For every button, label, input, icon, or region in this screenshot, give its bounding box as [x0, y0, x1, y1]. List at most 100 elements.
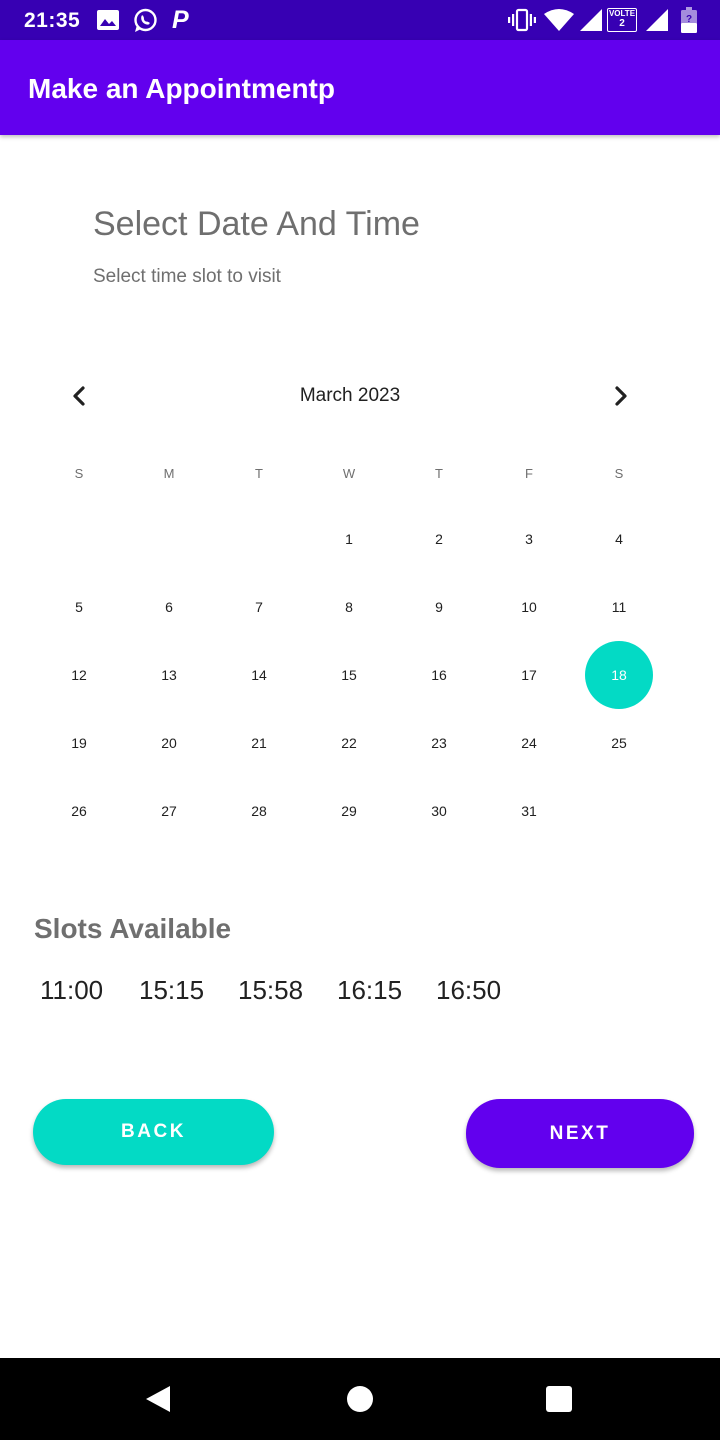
calendar-day-number: 16 — [431, 667, 447, 683]
calendar-day[interactable]: 9 — [394, 573, 484, 641]
calendar-day[interactable]: 13 — [124, 641, 214, 709]
vibrate-icon — [508, 8, 536, 32]
calendar-day-number: 1 — [345, 531, 353, 547]
calendar-day[interactable]: 21 — [214, 709, 304, 777]
calendar-day-number: 28 — [251, 803, 267, 819]
calendar-day-number: 11 — [611, 599, 627, 615]
calendar-weekday-label: T — [435, 466, 443, 481]
calendar-weekday-header: SMTWTFS — [34, 466, 664, 486]
calendar-day-number: 13 — [161, 667, 177, 683]
calendar-day-number: 27 — [161, 803, 177, 819]
app-bar: Make an Appointmentp — [0, 40, 720, 135]
calendar-day-number: 15 — [341, 667, 357, 683]
calendar-month-label: March 2023 — [299, 385, 401, 406]
calendar-day-number: 17 — [521, 667, 537, 683]
volte-sim-number: 2 — [619, 18, 625, 29]
next-button[interactable]: NEXT — [466, 1099, 694, 1168]
calendar-weekday-label: S — [614, 466, 624, 481]
calendar-day-selected[interactable]: 18 — [574, 641, 664, 709]
calendar-day[interactable]: 17 — [484, 641, 574, 709]
time-slot[interactable]: 15:15 — [139, 975, 204, 1006]
calendar-day[interactable]: 22 — [304, 709, 394, 777]
calendar-day[interactable]: 20 — [124, 709, 214, 777]
nav-home-icon[interactable] — [347, 1386, 373, 1412]
app-bar-title: Make an Appointmentp — [28, 73, 335, 104]
calendar-day[interactable]: 8 — [304, 573, 394, 641]
calendar-day-number: 30 — [431, 803, 447, 819]
calendar-day[interactable]: 26 — [34, 777, 124, 845]
calendar-day[interactable]: 12 — [34, 641, 124, 709]
page-title: Select Date And Time — [93, 205, 420, 243]
calendar-weekday-label: T — [255, 466, 263, 481]
calendar-day-number: 7 — [255, 599, 263, 615]
slots-title: Slots Available — [34, 913, 232, 944]
chevron-right-icon — [615, 386, 627, 406]
nav-back-icon[interactable] — [144, 1384, 174, 1414]
calendar-day-number: 8 — [345, 599, 353, 615]
calendar-day-number: 12 — [71, 667, 87, 683]
calendar-day[interactable]: 31 — [484, 777, 574, 845]
calendar-next-month-button[interactable] — [602, 378, 638, 414]
system-nav-bar — [0, 1358, 720, 1440]
time-slot[interactable]: 11:00 — [40, 975, 103, 1006]
calendar-day-number: 9 — [435, 599, 443, 615]
calendar-day[interactable]: 19 — [34, 709, 124, 777]
appointment-screen: 21:35 P VOLTE 2 ? Make an Appointmentp S… — [0, 0, 720, 1440]
calendar-day-number: 14 — [251, 667, 267, 683]
calendar-day-number: 29 — [341, 803, 357, 819]
svg-text:?: ? — [686, 14, 692, 25]
calendar-day[interactable]: 4 — [574, 505, 664, 573]
wifi-icon — [544, 9, 574, 31]
calendar-day-number: 19 — [71, 735, 87, 751]
calendar-day-number: 20 — [161, 735, 177, 751]
calendar-day[interactable]: 14 — [214, 641, 304, 709]
whatsapp-icon — [134, 8, 157, 32]
calendar-day[interactable]: 27 — [124, 777, 214, 845]
time-slot[interactable]: 15:58 — [238, 975, 303, 1006]
calendar-day[interactable]: 10 — [484, 573, 574, 641]
volte-icon: VOLTE 2 — [607, 8, 637, 32]
time-slot[interactable]: 16:50 — [436, 975, 501, 1006]
calendar-day[interactable]: 3 — [484, 505, 574, 573]
calendar-day-number: 4 — [615, 531, 623, 547]
calendar-day[interactable]: 16 — [394, 641, 484, 709]
status-time: 21:35 — [24, 9, 81, 32]
calendar-day[interactable]: 25 — [574, 709, 664, 777]
gallery-icon — [97, 10, 119, 30]
calendar-day[interactable]: 2 — [394, 505, 484, 573]
calendar-day[interactable]: 15 — [304, 641, 394, 709]
calendar-day-number: 2 — [435, 531, 443, 547]
calendar-day-number: 10 — [521, 599, 537, 615]
calendar-weekday-label: M — [163, 466, 175, 481]
calendar-day-number: 3 — [525, 531, 533, 547]
status-bar: 21:35 P VOLTE 2 ? — [0, 0, 720, 40]
calendar-day[interactable]: 28 — [214, 777, 304, 845]
calendar-weekday-label: W — [342, 466, 356, 481]
calendar-day[interactable]: 5 — [34, 573, 124, 641]
calendar-day[interactable]: 23 — [394, 709, 484, 777]
p-app-icon: P — [172, 6, 189, 34]
calendar-day[interactable]: 1 — [304, 505, 394, 573]
calendar-day-number: 26 — [71, 803, 87, 819]
calendar-day[interactable]: 7 — [214, 573, 304, 641]
signal-icon — [580, 9, 602, 31]
calendar-weekday-label: S — [74, 466, 84, 481]
calendar-day-number: 31 — [521, 803, 537, 819]
time-slot[interactable]: 16:15 — [337, 975, 402, 1006]
back-button[interactable]: BACK — [33, 1099, 274, 1165]
calendar-day[interactable]: 24 — [484, 709, 574, 777]
calendar-day[interactable]: 30 — [394, 777, 484, 845]
battery-icon: ? — [681, 7, 697, 33]
page-subtitle: Select time slot to visit — [93, 266, 281, 287]
calendar-day-number: 24 — [521, 735, 537, 751]
calendar-day-number: 6 — [165, 599, 173, 615]
nav-recents-icon[interactable] — [546, 1386, 572, 1412]
calendar-weekday-label: F — [525, 466, 533, 481]
calendar-day-number: 18 — [611, 667, 627, 683]
chevron-left-icon — [73, 386, 85, 406]
calendar-day[interactable]: 29 — [304, 777, 394, 845]
calendar-day[interactable]: 11 — [574, 573, 664, 641]
calendar-day[interactable]: 6 — [124, 573, 214, 641]
calendar-prev-month-button[interactable] — [62, 378, 98, 414]
calendar-day-number: 22 — [341, 735, 357, 751]
